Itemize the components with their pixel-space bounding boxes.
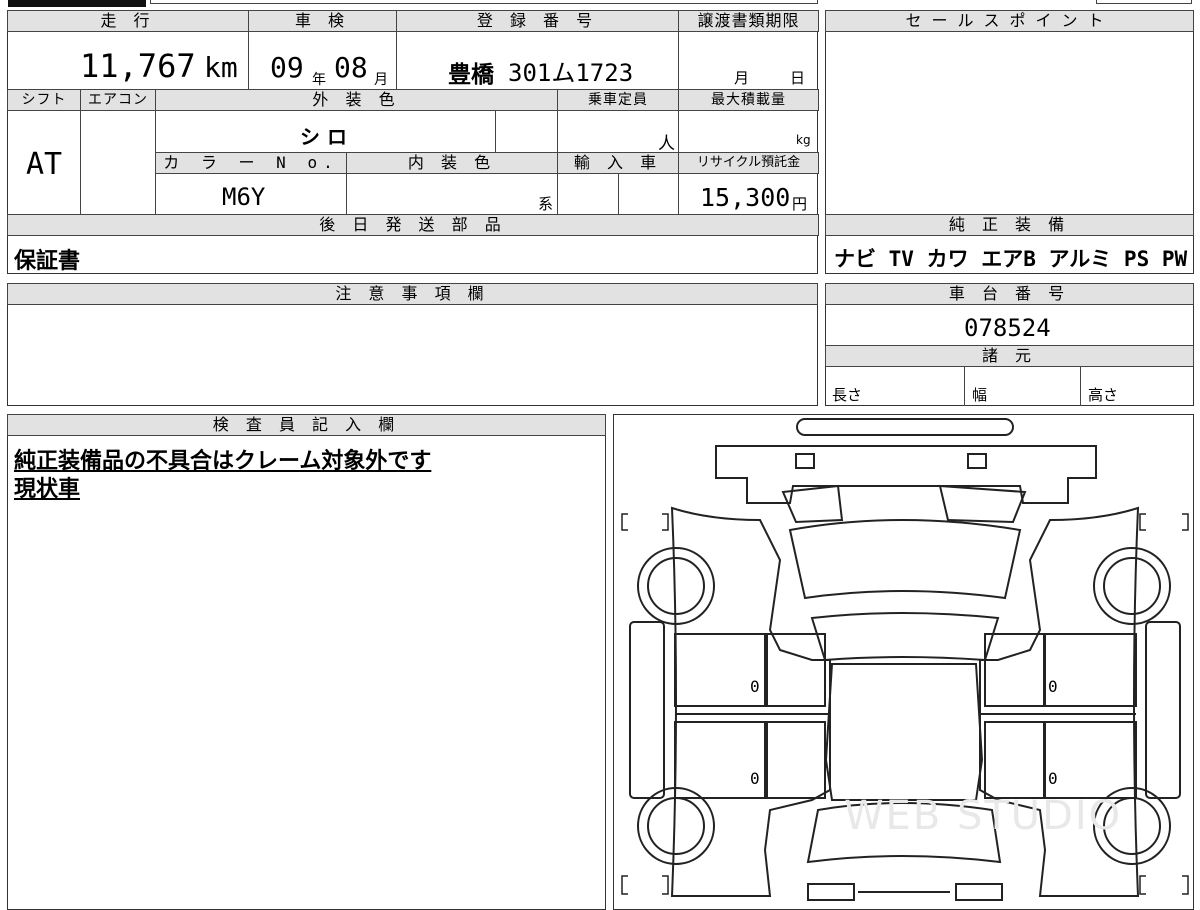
- inspection-month-unit: 月: [374, 72, 388, 88]
- wheel-front-left: [637, 787, 715, 865]
- rear-lamp-right: [938, 484, 1027, 524]
- front-grille-part: [955, 883, 1003, 901]
- shift-header: シフト: [7, 89, 81, 111]
- inspection-year: 09: [270, 51, 304, 84]
- roof-part: [810, 612, 1000, 662]
- rear-light-left: [795, 453, 815, 469]
- chassis-box: 車 台 番 号 078524 諸 元 長さ 幅 高さ: [825, 283, 1194, 406]
- color-no-value: M6Y: [222, 183, 266, 211]
- mileage-unit: km: [204, 51, 238, 84]
- inspection-year-unit: 年: [312, 72, 326, 88]
- mileage-header: 走 行: [7, 10, 249, 32]
- mileage-number: 11,767: [80, 47, 196, 85]
- capacity-header: 乗車定員: [557, 89, 679, 111]
- later-parts-value: 保証書: [14, 249, 81, 274]
- import-header: 輸 入 車: [557, 152, 679, 174]
- oem-equipment-value: ナビ TV カワ エアB アルミ PS PW: [834, 247, 1188, 271]
- sales-point-box: セールスポイント 純 正 装 備 ナビ TV カワ エアB アルミ PS PW: [825, 10, 1194, 274]
- damage-mark-left-rear: 0: [750, 677, 760, 696]
- color-no-header: カ ラ ー N o.: [155, 152, 347, 174]
- right-rear-pillar: [984, 633, 1046, 707]
- right-rear-door: [1043, 633, 1137, 707]
- registration-header: 登 録 番 号: [396, 10, 679, 32]
- inspector-header: 検 査 員 記 入 欄: [7, 414, 606, 436]
- top-right-stub: [1096, 0, 1192, 4]
- car-diagram-box: 0 0 0 0 WEB STUDIO: [613, 414, 1194, 910]
- right-rear-fender: [1145, 621, 1181, 799]
- rear-bumper-part: [715, 445, 1097, 504]
- damage-mark-left-front: 0: [750, 769, 760, 788]
- inspection-header: 車 検: [248, 10, 397, 32]
- chassis-header: 車 台 番 号: [825, 283, 1194, 305]
- max-load-header: 最大積載量: [678, 89, 819, 111]
- shift-value: AT: [26, 147, 63, 182]
- right-front-pillar: [984, 721, 1046, 799]
- notes-box: 注 意 事 項 欄: [7, 283, 818, 406]
- registration-city: 豊橋: [448, 62, 494, 88]
- sales-point-header: セールスポイント: [825, 10, 1194, 32]
- spec-length-label: 長さ: [832, 386, 863, 404]
- notes-header: 注 意 事 項 欄: [7, 283, 818, 305]
- damage-mark-right-front: 0: [1048, 769, 1058, 788]
- exterior-color-header: 外 装 色: [155, 89, 558, 111]
- recycle-header: リサイクル預託金: [678, 152, 819, 174]
- deadline-day-unit: 日: [790, 69, 806, 87]
- interior-color-unit: 系: [538, 195, 554, 213]
- left-front-pillar: [764, 721, 826, 799]
- inspector-box: 検 査 員 記 入 欄 純正装備品の不具合はクレーム対象外です 現状車: [7, 414, 606, 910]
- deadline-month-unit: 月: [734, 69, 750, 87]
- rear-glass-part: [788, 519, 1022, 600]
- capacity-unit: 人: [658, 134, 675, 154]
- damage-mark-right-rear: 0: [1048, 677, 1058, 696]
- interior-color-header: 内 装 色: [346, 152, 558, 174]
- right-front-door: [1043, 721, 1137, 799]
- cabin-part: [824, 663, 984, 801]
- later-parts-header: 後 日 発 送 部 品: [7, 214, 819, 236]
- inspector-note-line2: 現状車: [14, 477, 81, 502]
- top-black-tab: [8, 0, 146, 7]
- left-rear-pillar: [764, 633, 826, 707]
- recycle-unit: 円: [792, 195, 808, 213]
- transfer-deadline-header: 譲渡書類期限: [678, 10, 819, 32]
- left-rear-fender: [629, 621, 665, 799]
- spec-height-label: 高さ: [1088, 386, 1119, 404]
- front-bumper-part: [807, 883, 855, 901]
- rear-lamp-left: [781, 484, 844, 524]
- load-unit: kg: [796, 133, 811, 147]
- rear-light-right: [967, 453, 987, 469]
- specs-header: 諸 元: [825, 345, 1194, 367]
- inspection-month: 08: [334, 51, 368, 84]
- wheel-rear-right: [1093, 547, 1171, 625]
- exterior-color-value: シ ロ: [300, 125, 347, 149]
- spoiler-part: [796, 418, 1014, 436]
- registration-number: 301ム1723: [508, 59, 634, 87]
- oem-equipment-header: 純 正 装 備: [825, 214, 1194, 236]
- aircon-header: エアコン: [80, 89, 156, 111]
- top-strip-border: [150, 0, 818, 4]
- chassis-number: 078524: [964, 314, 1051, 342]
- watermark: WEB STUDIO: [844, 793, 1123, 839]
- recycle-amount: 15,300: [700, 183, 791, 212]
- spec-width-label: 幅: [972, 386, 988, 404]
- vehicle-info-table: 走 行 車 検 登 録 番 号 譲渡書類期限 11,767 km 09 年 08…: [7, 10, 819, 274]
